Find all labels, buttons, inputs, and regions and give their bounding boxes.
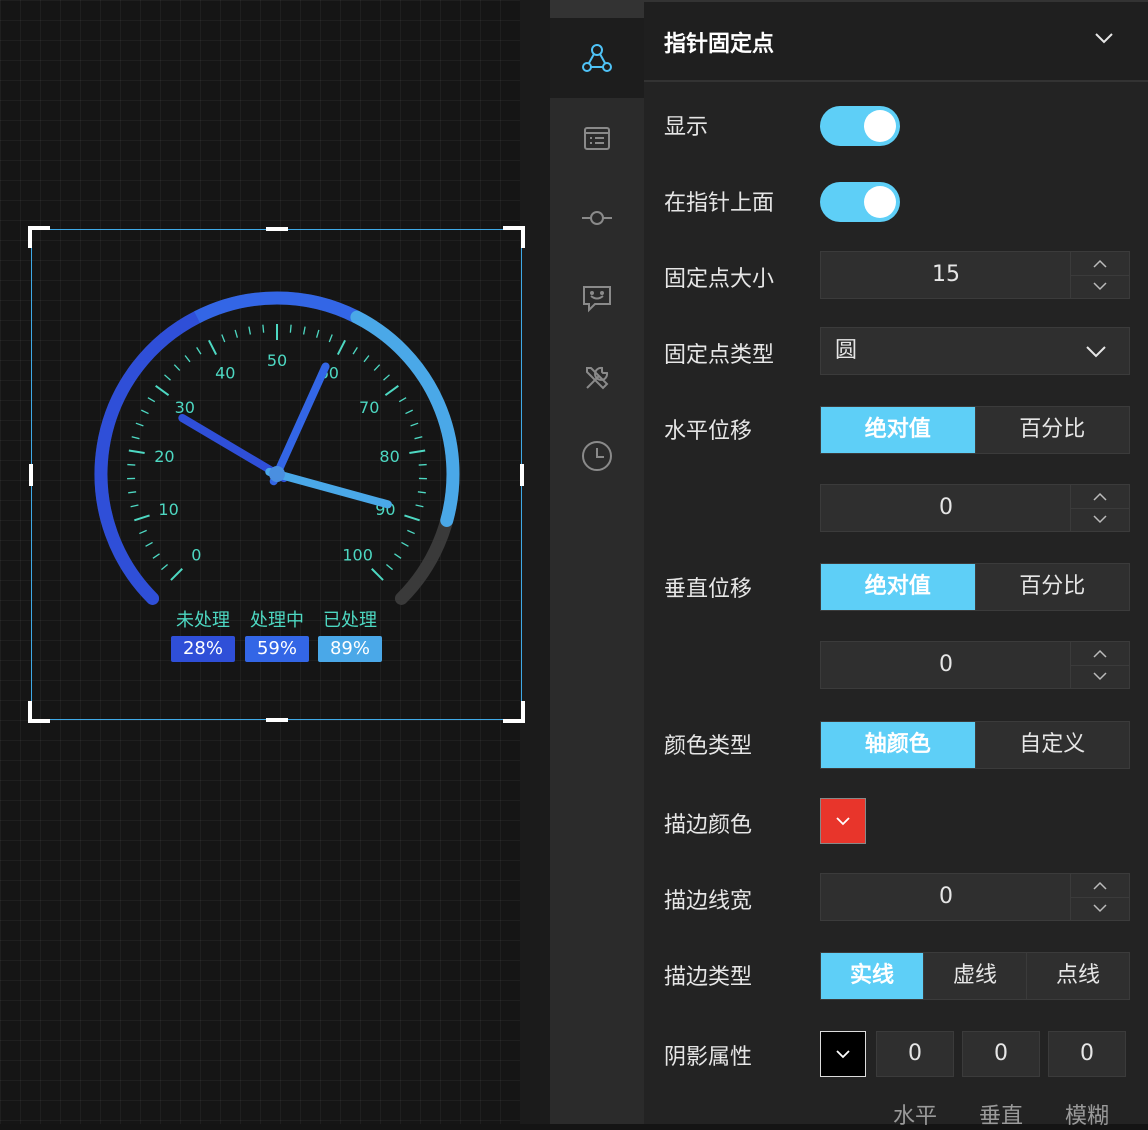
stroke-color-label: 描边颜色 — [664, 807, 752, 839]
stroke-type-solid[interactable]: 实线 — [821, 953, 923, 999]
resize-handle-bottom[interactable] — [266, 718, 288, 722]
v-offset-value[interactable]: 0 — [821, 642, 1071, 688]
h-offset-percent[interactable]: 百分比 — [975, 407, 1130, 453]
type-select[interactable]: 圆 — [820, 327, 1130, 375]
settings-icon-bar — [550, 0, 644, 1124]
legend-value: 89% — [318, 636, 382, 662]
stroke-type-label: 描边类型 — [664, 959, 752, 991]
shadow-blur-input[interactable]: 0 — [1048, 1031, 1126, 1077]
legend-item-unprocessed: 未处理 28% — [168, 610, 238, 662]
show-toggle[interactable] — [820, 106, 900, 146]
on-top-label: 在指针上面 — [664, 185, 774, 217]
stroke-type-dotted[interactable]: 点线 — [1026, 953, 1129, 999]
type-value: 圆 — [835, 328, 857, 374]
legend-label: 未处理 — [168, 610, 238, 632]
type-label: 固定点类型 — [664, 337, 774, 369]
clock-icon[interactable] — [580, 439, 614, 473]
h-offset-number-input[interactable]: 0 — [820, 484, 1130, 532]
tools-icon[interactable] — [580, 361, 614, 395]
shadow-blur-caption: 模糊 — [1048, 1098, 1126, 1130]
toggle-knob — [864, 110, 896, 142]
chevron-down-icon[interactable] — [1071, 508, 1129, 531]
stroke-width-label: 描边线宽 — [664, 883, 752, 915]
stroke-type-dashed[interactable]: 虚线 — [923, 953, 1026, 999]
size-number-input[interactable]: 15 — [820, 251, 1130, 299]
color-type-custom[interactable]: 自定义 — [975, 722, 1130, 768]
toggle-knob — [864, 186, 896, 218]
panel-title: 指针固定点 — [664, 26, 774, 58]
color-type-mode: 轴颜色 自定义 — [820, 721, 1130, 769]
on-top-toggle[interactable] — [820, 182, 900, 222]
v-offset-mode: 绝对值 百分比 — [820, 563, 1130, 611]
stroke-width-number-input[interactable]: 0 — [820, 873, 1130, 921]
v-offset-percent[interactable]: 百分比 — [975, 564, 1130, 610]
h-offset-label: 水平位移 — [664, 413, 752, 445]
legend-label: 已处理 — [315, 610, 385, 632]
shadow-y-caption: 垂直 — [962, 1098, 1040, 1130]
chevron-down-icon[interactable] — [1071, 275, 1129, 298]
h-offset-stepper — [1070, 485, 1129, 531]
resize-handle-right[interactable] — [520, 464, 524, 486]
resize-handle-top-right[interactable] — [503, 226, 525, 248]
resize-handle-bottom-left[interactable] — [28, 701, 50, 723]
v-offset-number-input[interactable]: 0 — [820, 641, 1130, 689]
icon-bar-top-strip — [550, 0, 644, 18]
size-stepper — [1070, 252, 1129, 298]
shadow-label: 阴影属性 — [664, 1039, 752, 1071]
size-label: 固定点大小 — [664, 261, 774, 293]
shadow-x-caption: 水平 — [876, 1098, 954, 1130]
list-icon[interactable] — [580, 121, 614, 155]
chevron-down-icon — [836, 817, 850, 826]
stroke-type-mode: 实线 虚线 点线 — [820, 952, 1130, 1000]
tooltip-icon[interactable] — [580, 281, 614, 315]
legend-item-processing: 处理中 59% — [242, 610, 312, 662]
v-offset-label: 垂直位移 — [664, 571, 752, 603]
chevron-down-icon[interactable] — [1071, 897, 1129, 920]
resize-handle-top-left[interactable] — [28, 226, 50, 248]
settings-panel: 指针固定点 显示 在指针上面 固定点大小 15 固定点类型 圆 水平位移 绝对值… — [644, 0, 1148, 1124]
panel-header[interactable]: 指针固定点 — [644, 0, 1148, 82]
h-offset-value[interactable]: 0 — [821, 485, 1071, 531]
legend-value: 28% — [171, 636, 235, 662]
shadow-color-picker[interactable] — [820, 1031, 866, 1077]
legend-label: 处理中 — [242, 610, 312, 632]
resize-handle-bottom-right[interactable] — [503, 701, 525, 723]
legend-value: 59% — [245, 636, 309, 662]
h-offset-mode: 绝对值 百分比 — [820, 406, 1130, 454]
stroke-width-value[interactable]: 0 — [821, 874, 1071, 920]
chevron-up-icon[interactable] — [1071, 485, 1129, 509]
pointer-config-icon[interactable] — [580, 41, 614, 75]
stroke-width-stepper — [1070, 874, 1129, 920]
chevron-down-icon[interactable] — [1094, 30, 1114, 49]
chevron-down-icon — [836, 1050, 850, 1059]
chevron-up-icon[interactable] — [1071, 252, 1129, 276]
chevron-down-icon[interactable] — [1071, 665, 1129, 688]
slider-icon[interactable] — [580, 201, 614, 235]
color-type-label: 颜色类型 — [664, 728, 752, 760]
shadow-x-input[interactable]: 0 — [876, 1031, 954, 1077]
shadow-y-input[interactable]: 0 — [962, 1031, 1040, 1077]
show-label: 显示 — [664, 109, 708, 141]
legend-item-processed: 已处理 89% — [315, 610, 385, 662]
v-offset-absolute[interactable]: 绝对值 — [821, 564, 975, 610]
stroke-color-picker[interactable] — [820, 798, 866, 844]
v-offset-stepper — [1070, 642, 1129, 688]
color-type-axis[interactable]: 轴颜色 — [821, 722, 975, 768]
chevron-down-icon — [1085, 340, 1107, 366]
resize-handle-left[interactable] — [29, 464, 33, 486]
size-value[interactable]: 15 — [821, 252, 1071, 298]
resize-handle-top[interactable] — [266, 227, 288, 231]
chevron-up-icon[interactable] — [1071, 874, 1129, 898]
chevron-up-icon[interactable] — [1071, 642, 1129, 666]
h-offset-absolute[interactable]: 绝对值 — [821, 407, 975, 453]
